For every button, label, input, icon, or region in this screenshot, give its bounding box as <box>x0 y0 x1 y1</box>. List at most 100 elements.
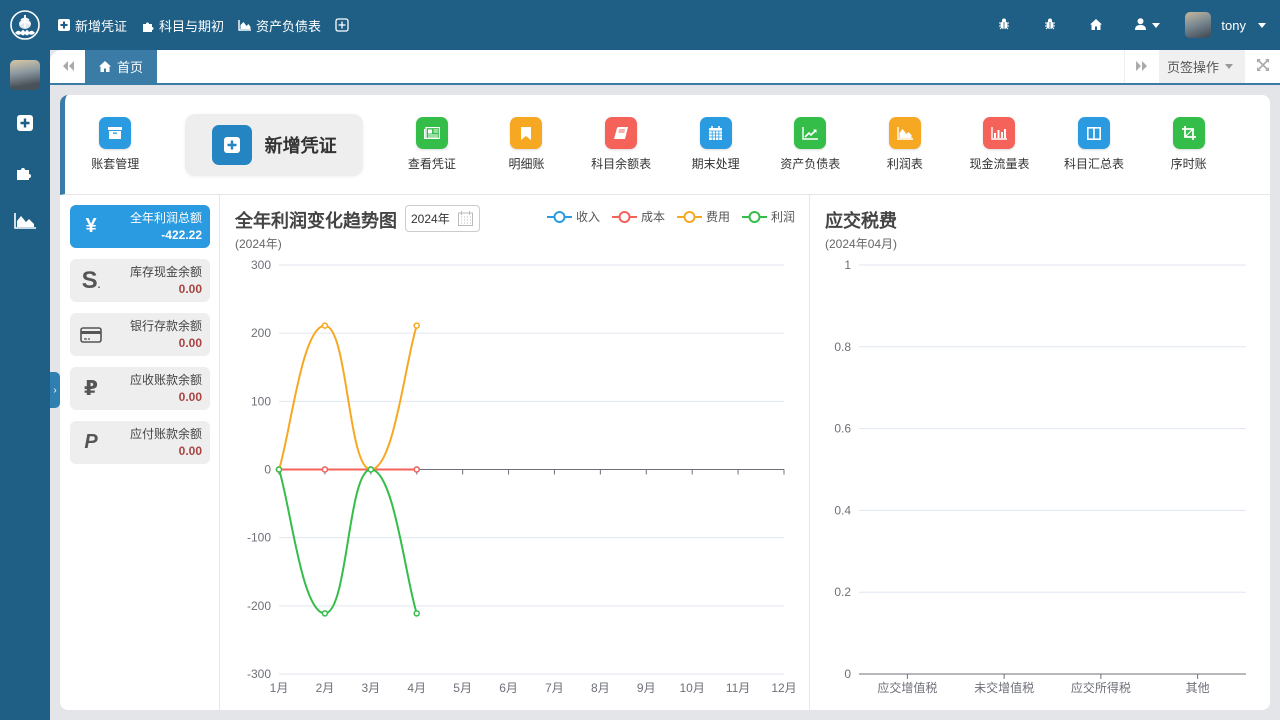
tab-operations-dropdown[interactable]: 页签操作 <box>1158 50 1245 83</box>
stat-bank-balance[interactable]: 银行存款余额 0.00 <box>70 313 210 356</box>
x-tick-label: 未交增值税 <box>974 680 1034 695</box>
stat-value: 0.00 <box>178 281 202 296</box>
area-chart-icon <box>238 18 252 32</box>
data-point[interactable] <box>413 322 420 329</box>
quick-item-label: 科目汇总表 <box>1064 157 1125 171</box>
user-menu-button[interactable] <box>1119 0 1175 50</box>
y-tick-label: 0.8 <box>834 340 851 354</box>
sidebar-item-new-voucher[interactable] <box>0 100 50 149</box>
quick-item-balance-sheet[interactable]: 资产负债表 <box>763 117 858 172</box>
stat-receivables-balance[interactable]: ₽ 应收账款余额 0.00 <box>70 367 210 410</box>
quick-item-label: 期末处理 <box>691 157 740 171</box>
profit-trend-chart: 全年利润变化趋势图 2024年 (2024年) 收入 成本 费用 利润 300 200 1… <box>220 195 810 710</box>
x-tick-label: 其他 <box>1186 681 1210 695</box>
book-icon <box>605 117 638 149</box>
stat-payables-balance[interactable]: P 应付账款余额 0.00 <box>70 421 210 464</box>
top-nav-subjects[interactable]: 科目与期初 <box>134 0 231 50</box>
paypal-icon: P <box>84 431 98 453</box>
sidebar-expand-toggle[interactable]: › <box>50 372 60 408</box>
data-point[interactable] <box>367 466 375 473</box>
data-point[interactable] <box>275 466 283 473</box>
bug-button-2[interactable] <box>1027 0 1073 50</box>
stat-value: 0.00 <box>178 335 202 350</box>
data-point[interactable] <box>413 610 420 617</box>
dashboard-content: ¥ 全年利润总额 -422.22 S. 库存现金余额 0.00 银行存款余额 0.00… <box>60 195 1270 710</box>
y-tick-label: 300 <box>251 258 271 272</box>
crop-icon <box>1172 117 1205 149</box>
quick-item-period-end[interactable]: 期末处理 <box>668 117 763 172</box>
bar-chart-icon <box>983 117 1016 149</box>
data-point[interactable] <box>413 466 420 473</box>
expand-icon <box>1256 59 1269 74</box>
x-tick-label: 5月 <box>453 681 472 695</box>
tab-bar: 首页 页签操作 <box>50 50 1280 85</box>
user-icon <box>1134 17 1146 33</box>
y-tick-label: 200 <box>251 326 271 340</box>
y-tick-label: 0.6 <box>834 422 851 436</box>
chevron-down-icon <box>1258 22 1266 28</box>
quick-item-label: 明细账 <box>508 157 545 171</box>
x-tick-label: 11月 <box>726 681 750 695</box>
chevron-right-icon: › <box>53 384 57 396</box>
y-tick-label: 0 <box>844 667 851 681</box>
double-chevron-left-icon <box>62 59 74 74</box>
series-line-费用 <box>278 324 418 471</box>
username: tony <box>1221 17 1246 33</box>
top-nav-label: 科目与期初 <box>159 18 225 34</box>
fullscreen-button[interactable] <box>1245 50 1280 83</box>
stat-value: 0.00 <box>178 443 202 458</box>
quick-item-income-statement[interactable]: 利润表 <box>858 117 953 172</box>
quick-item-label: 账套管理 <box>91 157 140 171</box>
data-point[interactable] <box>321 610 329 617</box>
home-icon <box>1090 18 1103 33</box>
bug-button-1[interactable] <box>981 0 1027 50</box>
quick-item-cash-flow[interactable]: 现金流量表 <box>952 117 1047 172</box>
x-tick-label: 7月 <box>545 681 564 695</box>
newspaper-icon <box>415 117 448 149</box>
stat-value: 0.00 <box>178 389 202 404</box>
puzzle-icon <box>16 164 34 183</box>
y-tick-label: 0.4 <box>834 503 851 517</box>
home-button[interactable] <box>1073 0 1119 50</box>
add-tab-button[interactable] <box>328 0 360 50</box>
x-tick-label: 应交增值税 <box>877 680 937 695</box>
top-nav-balance-sheet[interactable]: 资产负债表 <box>231 0 328 50</box>
tab-scroll-right-button[interactable] <box>1123 50 1159 83</box>
quick-item-detail-ledger[interactable]: 明细账 <box>479 117 574 172</box>
quick-item-label: 科目余额表 <box>591 157 652 171</box>
app-logo[interactable] <box>0 0 50 50</box>
puzzle-icon <box>141 18 155 32</box>
stat-label: 应付账款余额 <box>129 426 202 441</box>
tab-bar-right: 页签操作 <box>1123 50 1280 83</box>
quick-item-subject-balance[interactable]: 科目余额表 <box>574 117 669 172</box>
stat-value: -422.22 <box>161 227 202 242</box>
plus-square-icon <box>211 124 252 165</box>
data-point[interactable] <box>321 466 329 473</box>
bar-chart-canvas: 1 0.8 0.6 0.4 0.2 0 应交增值税 未交增值税 应交所得税 其他 <box>834 258 1246 695</box>
quick-item-new-voucher[interactable]: 新增凭证 <box>184 113 363 176</box>
add-tab-icon <box>335 18 349 32</box>
quick-item-journal[interactable]: 序时账 <box>1141 117 1236 172</box>
data-point[interactable] <box>321 322 329 329</box>
top-nav-new-voucher[interactable]: 新增凭证 <box>50 0 134 50</box>
sidebar-item-subjects[interactable] <box>0 149 50 198</box>
y-tick-label: -200 <box>247 599 271 613</box>
tab-scroll-left-button[interactable] <box>50 50 85 83</box>
area-chart-icon <box>14 213 36 232</box>
bookmark-icon <box>510 117 543 149</box>
quick-item-label: 序时账 <box>1170 157 1207 171</box>
dashboard-panel: 账套管理 新增凭证 查看凭证 明细账 科目余额表 期末处理 资产负债表 利润表 <box>60 95 1270 710</box>
stat-annual-profit[interactable]: ¥ 全年利润总额 -422.22 <box>70 205 210 248</box>
quick-item-subject-summary[interactable]: 科目汇总表 <box>1047 117 1142 172</box>
quick-item-account-sets[interactable]: 账套管理 <box>68 117 163 172</box>
columns-icon <box>1078 117 1111 149</box>
quick-item-view-vouchers[interactable]: 查看凭证 <box>385 117 480 172</box>
sidebar-item-reports[interactable] <box>0 198 50 247</box>
top-nav: 新增凭证 科目与期初 资产负债表 <box>50 0 360 50</box>
sidebar-avatar[interactable] <box>10 60 40 90</box>
stat-cash-balance[interactable]: S. 库存现金余额 0.00 <box>70 259 210 302</box>
x-tick-label: 12月 <box>771 681 796 695</box>
user-profile[interactable]: tony <box>1175 0 1280 50</box>
top-bar: 新增凭证 科目与期初 资产负债表 tony <box>0 0 1280 50</box>
tab-home[interactable]: 首页 <box>85 50 158 83</box>
